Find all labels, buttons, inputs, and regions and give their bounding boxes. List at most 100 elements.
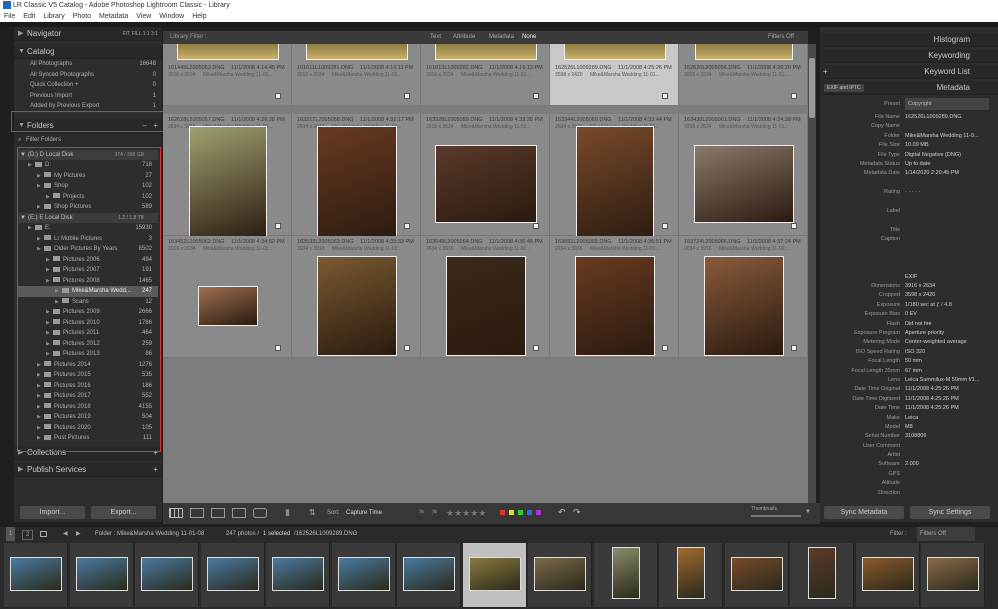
catalog-item[interactable]: Added by Previous Export 1 [14,101,162,112]
grid-cell[interactable]: 163328L2005059.DNG 11/1/2008 4:33:28 PM 39… [421,114,550,236]
metadata-value[interactable]: ISO 320 [905,348,989,357]
photo-thumbnail[interactable] [316,126,397,242]
sync-metadata-button[interactable]: Sync Metadata [824,506,904,519]
navigator-header[interactable]: ▶ Navigator FIT FILL 1:1 3:1 [14,27,162,41]
grid-cell[interactable]: 163438L2005061.DNG 11/1/2008 4:34:38 PM 39… [679,114,808,236]
metadata-value[interactable]: Did not fire [905,320,989,329]
photo-thumbnail[interactable] [574,256,655,356]
grid-scrollbar[interactable] [808,44,816,503]
filmstrip-thumb[interactable] [724,543,789,607]
page-1-button[interactable]: 1 [6,527,16,541]
color-label-green[interactable] [518,510,523,515]
page-2-button[interactable]: 2 [22,530,34,540]
photo-thumbnail[interactable] [305,44,408,60]
grid-cell[interactable]: 162628L2005057.DNG 11/1/2008 4:26:28 PM 26… [163,114,292,242]
metadata-value[interactable]: 50 mm [905,357,989,366]
catalog-item[interactable]: All Synced Photographs 0 [14,70,162,81]
keyword-list-header[interactable]: + Keyword List [820,65,998,79]
metadata-value[interactable]: 0 EV [905,310,989,319]
filter-none[interactable]: None [522,31,536,44]
grid-cell[interactable]: 162620L2005056.DNG 11/1/2008 4:26:20 PM 39… [679,44,808,106]
metadata-value[interactable]: 11/1/2008 4:25:26 PM [905,395,989,404]
filmstrip-thumb[interactable] [331,543,396,607]
flag-icon[interactable]: ⚑ [418,508,425,517]
metadata-value[interactable]: Digital Negative (DNG) [905,151,989,160]
filmstrip-thumb[interactable] [659,543,723,607]
grid-cell[interactable]: 163651L2005065.DNG 11/1/2008 4:36:51 PM 26… [550,236,679,358]
menu-window[interactable]: Window [159,13,184,20]
color-label-yellow[interactable] [509,510,514,515]
metadata-set-select[interactable]: EXIF and IPTC [824,84,864,92]
filmstrip-thumb[interactable] [790,543,854,607]
navigator-zoom-options[interactable]: FIT FILL 1:1 3:1 [123,27,158,41]
loupe-view-icon[interactable] [190,508,204,518]
filter-folders-input[interactable]: ⌕ Filter Folders [14,133,162,147]
photo-thumbnail[interactable] [693,145,794,223]
metadata-value[interactable]: 10.09 MB [905,141,989,150]
photo-thumbnail[interactable] [316,256,397,356]
metadata-value[interactable]: Aperture priority [905,329,989,338]
thumbnail-size-slider[interactable] [751,515,801,517]
metadata-header[interactable]: EXIF and IPTC Metadata [820,81,998,95]
preset-select[interactable]: Copyright [905,98,989,110]
grid-cell[interactable]: 161445L2005053.DNG 11/1/2008 4:14:45 PM 39… [163,44,292,106]
filter-text[interactable]: Text [430,31,441,44]
color-label-blue[interactable] [527,510,532,515]
keywording-header[interactable]: Keywording [820,49,998,63]
metadata-value[interactable]: 1/14/2020 2:20:45 PM [905,169,989,178]
metadata-value[interactable]: 1/180 sec at ƒ / 4.8 [905,301,989,310]
survey-view-icon[interactable] [232,508,246,518]
sort-select[interactable]: Capture Time [346,510,382,516]
grid-cell[interactable]: 161613L1009282.DNG 11/1/2008 4:16:13 PM 39… [421,44,550,106]
filmstrip-thumb[interactable] [593,543,658,607]
export-button[interactable]: Export... [91,506,156,519]
metadata-value[interactable]: 3916 x 2634 [905,282,989,291]
photo-thumbnail[interactable] [694,44,793,60]
grid-cell[interactable]: 162526L1009289.DNG 11/1/2008 4:25:26 PM 35… [550,44,679,106]
people-view-icon[interactable] [253,508,267,518]
metadata-value[interactable]: Up to date [905,160,989,169]
star-rating[interactable]: ★★★★★ [446,508,486,519]
sync-settings-button[interactable]: Sync Settings [910,506,990,519]
metadata-value[interactable]: Center-weighted average [905,338,989,347]
grid-cell[interactable]: 163724L2005066.DNG 11/1/2008 4:37:24 PM 26… [679,236,808,358]
metadata-value[interactable]: · · · · · [905,188,989,197]
spray-can-icon[interactable]: ▮ [285,507,290,518]
photo-thumbnail[interactable] [703,256,784,356]
filmstrip-thumb[interactable] [855,543,920,607]
filmstrip-filter-select[interactable]: Filters Off [917,527,975,541]
metadata-value[interactable]: 11/1/2008 4:25:26 PM [905,385,989,394]
catalog-header[interactable]: ▼ Catalog [14,45,162,59]
import-button[interactable]: Import... [20,506,85,519]
metadata-value[interactable]: 162526L1009289.DNG [905,113,989,122]
sort-direction-icon[interactable]: ⇅ [309,508,316,517]
compare-view-icon[interactable] [211,508,225,518]
grid-cell[interactable]: 163217L2005058.DNG 11/1/2008 4:32:17 PM 26… [292,114,421,242]
menu-metadata[interactable]: Metadata [99,13,128,20]
histogram-header[interactable]: Histogram [820,33,998,47]
filmstrip-thumb[interactable] [397,543,461,607]
metadata-value[interactable]: 2.000 [905,460,989,469]
rotate-left-icon[interactable]: ↶ [558,507,566,518]
menu-view[interactable]: View [136,13,151,20]
metadata-value[interactable]: 3598 x 2420 [905,291,989,300]
menu-edit[interactable]: Edit [23,13,35,20]
menu-library[interactable]: Library [43,13,64,20]
filmstrip-thumb[interactable] [4,543,68,607]
keyword-plus-button[interactable]: + [823,65,828,79]
photo-thumbnail[interactable] [434,145,537,223]
reject-flag-icon[interactable]: ⚑ [431,508,438,517]
filmstrip-path[interactable]: Folder : Mike&Marsha Wedding 11-01-08 [95,527,204,541]
catalog-item[interactable]: Quick Collection + 0 [14,80,162,91]
filter-metadata[interactable]: Metadata [489,31,514,44]
photo-thumbnail[interactable] [176,44,279,60]
metadata-value[interactable]: EXIF [905,273,989,282]
filters-off-select[interactable]: Filters Off [768,31,794,44]
filmstrip-thumb[interactable] [135,543,199,607]
forward-arrow-icon[interactable]: ▶ [76,527,81,541]
grid-cell[interactable]: 163533L2005063.DNG 11/1/2008 4:35:33 PM 26… [292,236,421,358]
photo-thumbnail[interactable] [434,44,537,60]
filmstrip-thumb[interactable] [462,543,527,607]
photo-thumbnail[interactable] [563,44,666,60]
publish-services-header[interactable]: ▶ Publish Services + [14,462,162,477]
